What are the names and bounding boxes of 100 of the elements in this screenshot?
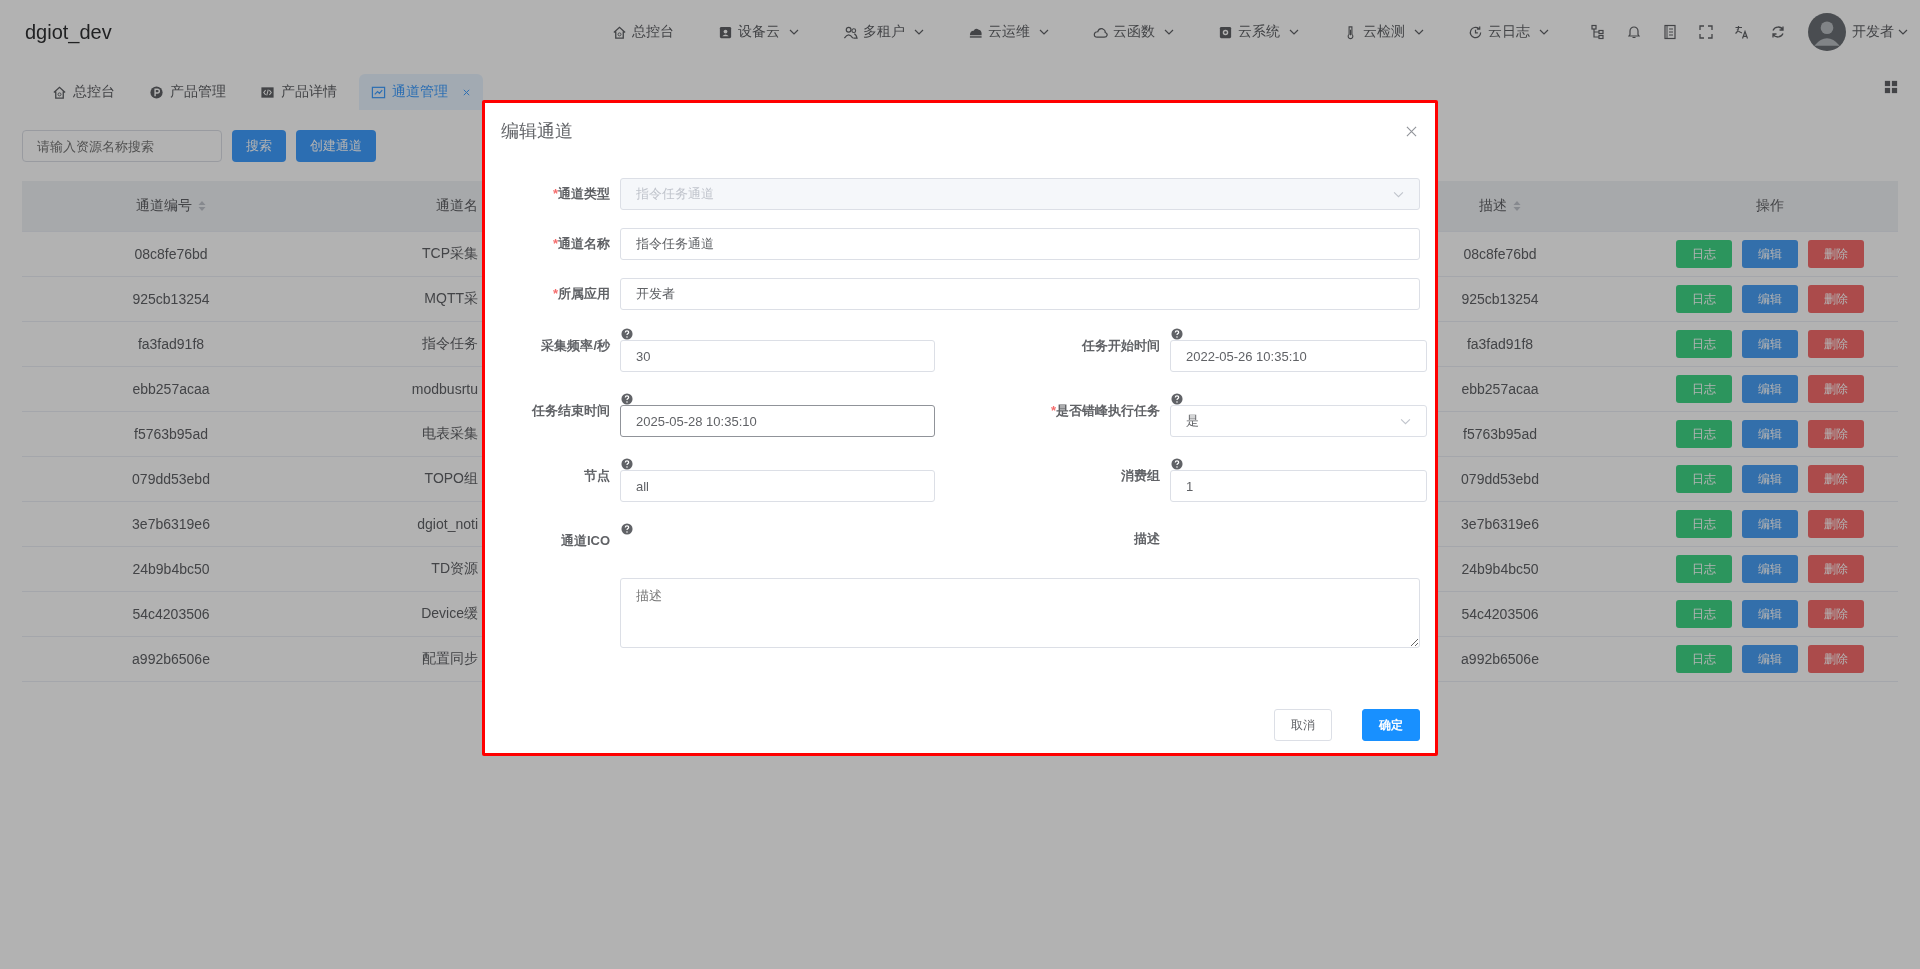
user-menu[interactable]: 开发者 (1852, 23, 1908, 41)
cancel-button[interactable]: 取消 (1274, 709, 1332, 741)
delete-button[interactable]: 删除 (1808, 600, 1864, 628)
nav-menu-item[interactable]: 多租户 (822, 12, 945, 52)
nav-menu-item[interactable]: 云检测 (1322, 12, 1445, 52)
edit-button[interactable]: 编辑 (1742, 555, 1798, 583)
edit-button[interactable]: 编辑 (1742, 600, 1798, 628)
close-icon[interactable] (1406, 125, 1417, 137)
nav-menu-item[interactable]: 云运维 (947, 12, 1070, 52)
text-field[interactable]: 2025-05-28 10:35:10 (620, 405, 935, 437)
table-cell: ebb257acaa (1461, 381, 1539, 397)
field-label: 任务结束时间 (532, 402, 610, 420)
gear-icon (1218, 24, 1233, 40)
log-button[interactable]: 日志 (1676, 645, 1732, 673)
delete-button[interactable]: 删除 (1808, 555, 1864, 583)
text-field[interactable]: 指令任务通道 (620, 228, 1420, 260)
table-cell: f5763b95ad (1463, 426, 1537, 442)
log-button[interactable]: 日志 (1676, 555, 1732, 583)
log-button[interactable]: 日志 (1676, 330, 1732, 358)
edit-button[interactable]: 编辑 (1742, 420, 1798, 448)
edit-button[interactable]: 编辑 (1742, 285, 1798, 313)
text-field[interactable]: 30 (620, 340, 935, 372)
delete-button[interactable]: 删除 (1808, 330, 1864, 358)
nav-menu-item[interactable]: 设备云 (697, 12, 820, 52)
page-tab[interactable]: 总控台 (40, 74, 127, 110)
delete-button[interactable]: 删除 (1808, 375, 1864, 403)
delete-button[interactable]: 删除 (1808, 420, 1864, 448)
log-button[interactable]: 日志 (1676, 465, 1732, 493)
delete-button[interactable]: 删除 (1808, 285, 1864, 313)
help-icon[interactable] (621, 328, 633, 340)
id-card-icon (718, 24, 733, 40)
field-label: 任务开始时间 (1082, 337, 1160, 355)
edit-button[interactable]: 编辑 (1742, 465, 1798, 493)
help-icon[interactable] (621, 393, 633, 405)
text-field[interactable]: 2022-05-26 10:35:10 (1170, 340, 1427, 372)
edit-button[interactable]: 编辑 (1742, 240, 1798, 268)
help-icon[interactable] (621, 458, 633, 470)
log-button[interactable]: 日志 (1676, 510, 1732, 538)
primary-button[interactable]: 创建通道 (296, 130, 376, 162)
table-cell: 3e7b6319e6 (1461, 516, 1539, 532)
refresh-icon[interactable] (1770, 24, 1786, 40)
field-label: 采集频率/秒 (541, 337, 610, 355)
help-icon[interactable] (621, 523, 633, 535)
caret-icon (1898, 29, 1908, 35)
table-cell: modbusrtu (411, 381, 478, 397)
sitemap-icon[interactable] (1590, 24, 1606, 40)
column-header: 通道名 (436, 197, 478, 215)
log-button[interactable]: 日志 (1676, 375, 1732, 403)
page-tab[interactable]: 产品详情 (248, 74, 349, 110)
nav-menu-item[interactable]: 云系统 (1197, 12, 1320, 52)
log-button[interactable]: 日志 (1676, 240, 1732, 268)
chevron-down-icon (1400, 417, 1411, 425)
translate-icon[interactable] (1734, 24, 1750, 40)
table-cell: 54c4203506 (132, 606, 210, 622)
field-label: *是否错峰执行任务 (1050, 402, 1160, 420)
caret-icon (1164, 29, 1174, 35)
table-cell: 079dd53ebd (132, 471, 210, 487)
table-cell: 079dd53ebd (1461, 471, 1539, 487)
home-icon (52, 84, 67, 100)
edit-button[interactable]: 编辑 (1742, 375, 1798, 403)
search-field[interactable]: 请输入资源名称搜索 (22, 130, 222, 162)
delete-button[interactable]: 删除 (1808, 645, 1864, 673)
avatar[interactable] (1808, 13, 1846, 51)
table-cell: 3e7b6319e6 (132, 516, 210, 532)
table-cell: a992b6506e (132, 651, 210, 667)
table-cell: TCP采集 (422, 245, 478, 263)
page-tab[interactable]: 产品管理 (137, 74, 238, 110)
nav-menu-item[interactable]: 总控台 (591, 12, 695, 52)
fullscreen-icon[interactable] (1698, 24, 1714, 40)
caret-icon (914, 29, 924, 35)
users-icon (843, 24, 858, 40)
description-field[interactable]: 描述 (620, 578, 1420, 648)
help-icon[interactable] (1171, 328, 1183, 340)
help-icon[interactable] (1171, 393, 1183, 405)
log-button[interactable]: 日志 (1676, 285, 1732, 313)
page-tab[interactable]: 通道管理 (359, 74, 483, 110)
text-field[interactable]: 开发者 (620, 278, 1420, 310)
bell-icon[interactable] (1626, 24, 1642, 40)
nav-menu-item[interactable]: 云日志 (1447, 12, 1570, 52)
nav-menu-item[interactable]: 云函数 (1072, 12, 1195, 52)
text-field[interactable]: all (620, 470, 935, 502)
delete-button[interactable]: 删除 (1808, 510, 1864, 538)
edit-button[interactable]: 编辑 (1742, 645, 1798, 673)
primary-button[interactable]: 搜索 (232, 130, 286, 162)
delete-button[interactable]: 删除 (1808, 240, 1864, 268)
edit-button[interactable]: 编辑 (1742, 330, 1798, 358)
chevron-down-icon (1393, 190, 1404, 198)
grid-icon[interactable] (1884, 80, 1898, 94)
column-header: 描述 (1479, 197, 1507, 215)
text-field[interactable]: 1 (1170, 470, 1427, 502)
select-field[interactable]: 是 (1170, 405, 1427, 437)
confirm-button[interactable]: 确定 (1362, 709, 1420, 741)
table-cell: ebb257acaa (132, 381, 210, 397)
log-button[interactable]: 日志 (1676, 600, 1732, 628)
document-icon[interactable] (1662, 24, 1678, 40)
log-button[interactable]: 日志 (1676, 420, 1732, 448)
p-circle-icon (149, 84, 164, 100)
delete-button[interactable]: 删除 (1808, 465, 1864, 493)
help-icon[interactable] (1171, 458, 1183, 470)
edit-button[interactable]: 编辑 (1742, 510, 1798, 538)
